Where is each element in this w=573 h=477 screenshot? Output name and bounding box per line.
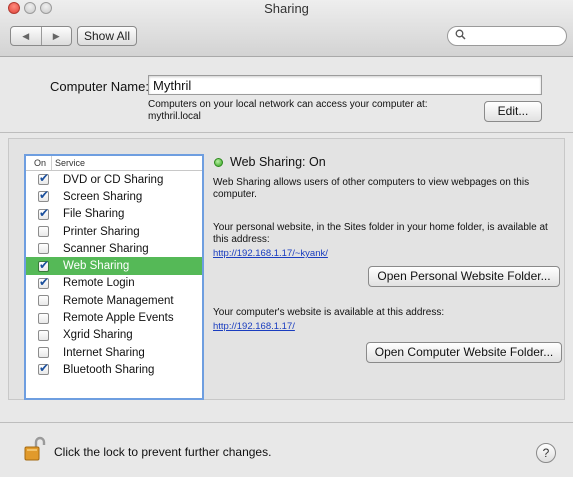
window-title: Sharing (264, 1, 309, 16)
service-checkbox[interactable] (38, 329, 49, 341)
back-forward-control: ◀ ▶ (10, 26, 72, 46)
back-button[interactable]: ◀ (11, 27, 42, 45)
service-checkbox[interactable] (38, 347, 49, 359)
service-row[interactable]: Remote Apple Events (26, 309, 202, 326)
divider (0, 132, 573, 133)
service-row[interactable]: Xgrid Sharing (26, 327, 202, 344)
open-computer-website-folder-button[interactable]: Open Computer Website Folder... (366, 342, 562, 363)
computer-name-note: Computers on your local network can acce… (148, 99, 468, 123)
edit-button[interactable]: Edit... (484, 101, 542, 122)
personal-website-link[interactable]: http://192.168.1.17/~kyank/ (213, 248, 328, 259)
service-row[interactable]: Screen Sharing (26, 188, 202, 205)
show-all-button[interactable]: Show All (77, 26, 137, 46)
service-label: Remote Management (63, 294, 174, 307)
computer-website-link[interactable]: http://192.168.1.17/ (213, 321, 295, 332)
service-checkbox[interactable] (38, 258, 49, 272)
status-indicator-icon (214, 158, 223, 167)
service-label: Remote Apple Events (63, 312, 174, 325)
service-row[interactable]: Remote Management (26, 292, 202, 309)
service-status: Web Sharing: On (230, 155, 326, 169)
service-row[interactable]: Web Sharing (26, 257, 202, 275)
service-row[interactable]: Printer Sharing (26, 223, 202, 240)
column-header-service[interactable]: Service (52, 156, 85, 170)
service-row[interactable]: File Sharing (26, 206, 202, 223)
service-checkbox[interactable] (38, 361, 49, 376)
service-label: Bluetooth Sharing (63, 363, 155, 376)
service-description: Web Sharing allows users of other comput… (213, 177, 530, 200)
search-icon (455, 29, 466, 43)
column-header-on[interactable]: On (26, 156, 52, 170)
service-label: Printer Sharing (63, 225, 140, 238)
service-checkbox[interactable] (38, 275, 49, 289)
service-label: Remote Login (63, 277, 135, 290)
service-row[interactable]: Remote Login (26, 275, 202, 292)
service-checkbox[interactable] (38, 295, 49, 307)
service-label: Screen Sharing (63, 190, 143, 203)
computer-website-text: Your computer's website is available at … (213, 307, 445, 318)
forward-button[interactable]: ▶ (42, 27, 72, 45)
service-rows: DVD or CD Sharing Screen Sharing File Shar… (26, 171, 202, 379)
service-row[interactable]: Bluetooth Sharing (26, 361, 202, 378)
personal-website-text: Your personal website, in the Sites fold… (213, 222, 548, 245)
note-line-1: Computers on your local network can acce… (148, 99, 428, 110)
footer-divider (0, 422, 573, 423)
title-bar: Sharing ◀ ▶ Show All (0, 0, 573, 57)
service-row[interactable]: Internet Sharing (26, 344, 202, 361)
service-label: Internet Sharing (63, 346, 145, 359)
service-list-header: On Service (26, 156, 202, 171)
lock-icon[interactable] (24, 436, 46, 462)
service-label: Xgrid Sharing (63, 329, 133, 342)
service-label: Web Sharing (63, 260, 130, 273)
service-checkbox[interactable] (38, 243, 49, 255)
service-checkbox[interactable] (38, 171, 49, 186)
service-label: File Sharing (63, 208, 125, 221)
open-personal-website-folder-button[interactable]: Open Personal Website Folder... (368, 266, 560, 287)
note-line-2: mythril.local (148, 111, 201, 122)
computer-name-label: Computer Name: (50, 79, 149, 94)
lock-message: Click the lock to prevent further change… (54, 445, 272, 459)
service-checkbox[interactable] (38, 188, 49, 203)
service-checkbox[interactable] (38, 206, 49, 220)
service-label: Scanner Sharing (63, 242, 149, 255)
service-row[interactable]: DVD or CD Sharing (26, 171, 202, 188)
service-list[interactable]: On Service DVD or CD Sharing Screen Shari… (24, 154, 204, 400)
search-field[interactable] (447, 26, 567, 46)
service-checkbox[interactable] (38, 226, 49, 238)
computer-name-input[interactable]: Mythril (148, 75, 542, 95)
service-row[interactable]: Scanner Sharing (26, 240, 202, 257)
sharing-window: Sharing ◀ ▶ Show All Computer Name: Myth… (0, 0, 573, 477)
help-button[interactable]: ? (536, 443, 556, 463)
service-checkbox[interactable] (38, 312, 49, 324)
service-label: DVD or CD Sharing (63, 173, 164, 186)
